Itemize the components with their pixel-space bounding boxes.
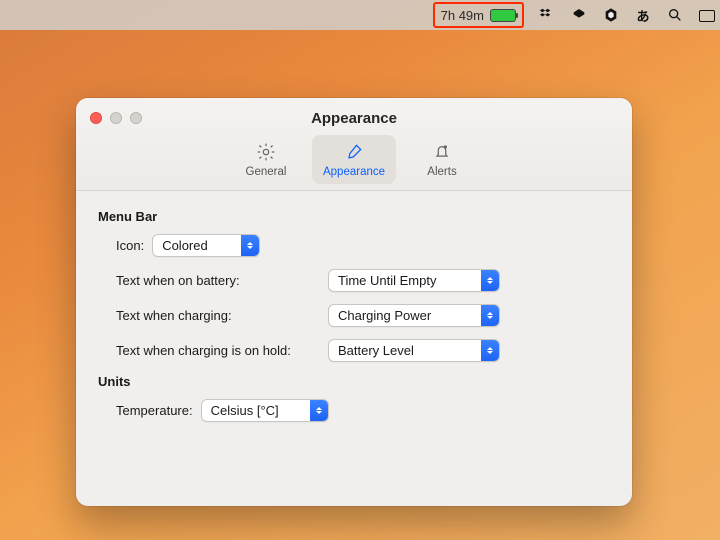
menubar-battery-status[interactable]: 7h 49m	[433, 2, 524, 28]
toolbar-tabs: General Appearance Alerts	[90, 135, 618, 184]
section-heading-menubar: Menu Bar	[98, 209, 610, 224]
window-title: Appearance	[90, 108, 618, 127]
stepper-icon	[481, 270, 499, 291]
stepper-icon	[481, 305, 499, 326]
label-twob: Text when on battery:	[116, 273, 328, 288]
stepper-icon	[241, 235, 259, 256]
label-temperature: Temperature:	[116, 403, 193, 418]
label-twc: Text when charging:	[116, 308, 328, 323]
close-button[interactable]	[90, 112, 102, 124]
select-text-when-on-battery[interactable]: Time Until Empty	[328, 269, 500, 292]
battery-time-text: 7h 49m	[441, 8, 484, 23]
row-text-when-charging: Text when charging: Charging Power	[98, 304, 610, 327]
minimize-button[interactable]	[110, 112, 122, 124]
label-icon: Icon:	[116, 238, 144, 253]
row-text-when-on-battery: Text when on battery: Time Until Empty	[98, 269, 610, 292]
select-temperature[interactable]: Celsius [°C]	[201, 399, 329, 422]
row-temperature: Temperature: Celsius [°C]	[98, 399, 610, 422]
select-text-when-charging-hold[interactable]: Battery Level	[328, 339, 500, 362]
stepper-icon	[310, 400, 328, 421]
tab-label: Appearance	[323, 166, 385, 178]
tab-label: General	[246, 166, 287, 178]
select-icon[interactable]: Colored	[152, 234, 260, 257]
battery-icon	[490, 9, 516, 22]
tab-appearance[interactable]: Appearance	[312, 135, 396, 184]
bell-icon	[431, 141, 453, 163]
select-value: Time Until Empty	[329, 273, 444, 288]
tab-general[interactable]: General	[224, 135, 308, 184]
spotlight-search-icon[interactable]	[666, 6, 684, 24]
select-value: Charging Power	[329, 308, 439, 323]
control-center-icon[interactable]	[698, 6, 716, 24]
select-value: Celsius [°C]	[202, 403, 287, 418]
dropbox-icon[interactable]	[538, 6, 556, 24]
row-text-when-charging-hold: Text when charging is on hold: Battery L…	[98, 339, 610, 362]
row-icon: Icon: Colored	[98, 234, 610, 257]
section-heading-units: Units	[98, 374, 610, 389]
stepper-icon	[481, 340, 499, 361]
window-content: Menu Bar Icon: Colored Text when on batt…	[76, 191, 632, 448]
label-twch: Text when charging is on hold:	[116, 343, 328, 358]
cloud-sync-icon[interactable]	[570, 6, 588, 24]
select-text-when-charging[interactable]: Charging Power	[328, 304, 500, 327]
tab-alerts[interactable]: Alerts	[400, 135, 484, 184]
window-toolbar: Appearance General Appearance Alerts	[76, 98, 632, 191]
select-value: Colored	[153, 238, 216, 253]
input-source-icon[interactable]: あ	[634, 6, 652, 24]
preferences-window: Appearance General Appearance Alerts	[76, 98, 632, 506]
select-value: Battery Level	[329, 343, 422, 358]
window-traffic-lights	[90, 112, 142, 124]
tab-label: Alerts	[427, 166, 456, 178]
gear-icon	[255, 141, 277, 163]
zoom-button[interactable]	[130, 112, 142, 124]
macos-menubar: 7h 49m あ	[0, 0, 720, 30]
hex-app-icon[interactable]	[602, 6, 620, 24]
paintbrush-icon	[343, 141, 365, 163]
